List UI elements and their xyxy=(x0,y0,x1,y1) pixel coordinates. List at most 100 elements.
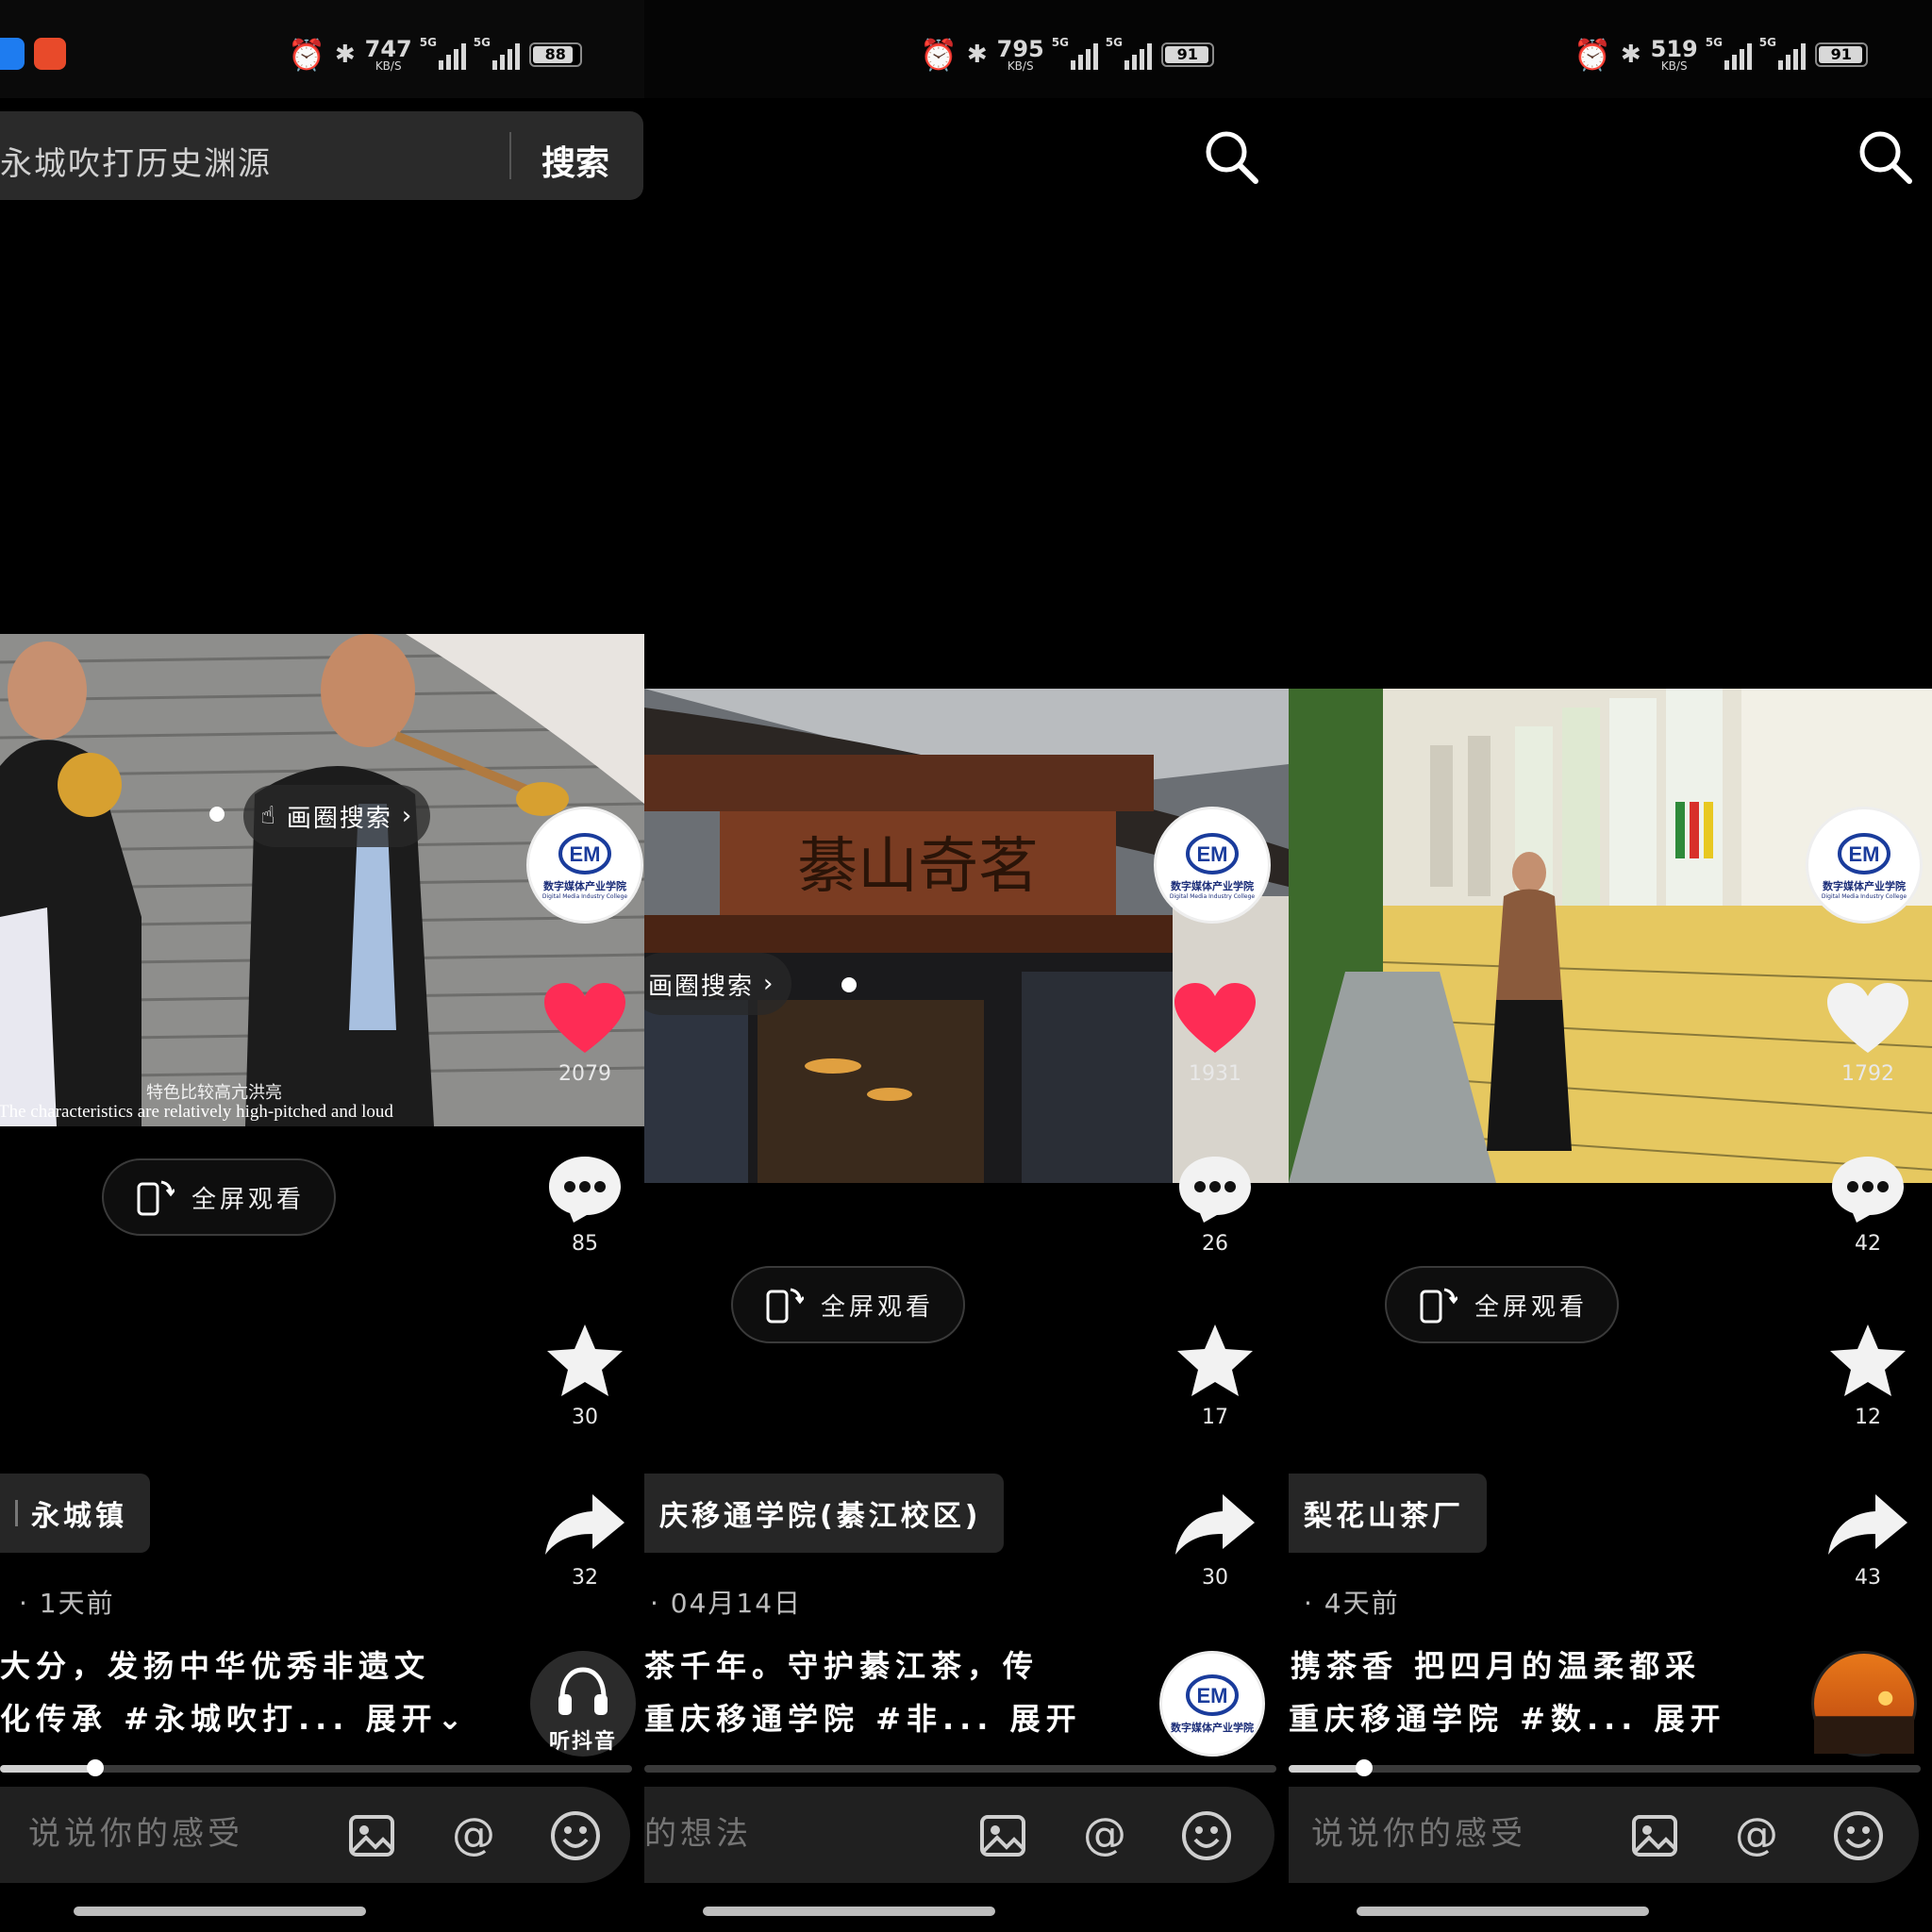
favorite-button[interactable]: 17 xyxy=(1168,1323,1262,1429)
mention-at-icon[interactable]: @ xyxy=(1078,1809,1131,1862)
caption-line-2[interactable]: 重庆移通学院 #非... 展开 xyxy=(644,1692,1173,1745)
svg-text:@: @ xyxy=(1083,1809,1126,1859)
like-button[interactable]: 1931 xyxy=(1168,981,1262,1086)
home-indicator[interactable] xyxy=(1357,1907,1649,1916)
video-player[interactable]: 綦山奇茗 xyxy=(644,689,1289,1183)
comment-bar: @ xyxy=(1289,1787,1919,1883)
fullscreen-label: 全屏观看 xyxy=(191,1185,305,1214)
comment-input[interactable] xyxy=(644,1815,927,1853)
fullscreen-button[interactable]: 全屏观看 xyxy=(1385,1266,1619,1343)
favorite-count: 12 xyxy=(1855,1406,1881,1429)
listen-douyin-button[interactable]: 听抖音 xyxy=(530,1651,636,1757)
caption-text: 化传承 #永城吹打... xyxy=(0,1701,350,1737)
app-icon-red xyxy=(34,38,66,70)
location-tag[interactable]: 庆移通学院(綦江校区) xyxy=(644,1474,1005,1553)
comment-bar: @ xyxy=(0,1787,630,1883)
search-icon[interactable] xyxy=(1857,128,1913,185)
system-status-icons: ⏰ ✱ 795 KB/S 5G 5G 91 xyxy=(920,36,1214,72)
signal-icon-1: 5G xyxy=(1052,36,1098,70)
post-date: · 04月14日 xyxy=(650,1588,803,1619)
circle-search-button[interactable]: 画圈搜索 › xyxy=(644,953,792,1015)
creator-avatar[interactable]: EM 数字媒体产业学院 Digital Media Industry Colle… xyxy=(1806,807,1923,924)
caption-line-2[interactable]: 重庆移通学院 #数... 展开 xyxy=(1289,1692,1817,1745)
chevron-down-icon: ⌄ xyxy=(437,1701,469,1737)
progress-knob[interactable] xyxy=(86,1759,104,1776)
status-bar: ⏰ ✱ 519 KB/S 5G 5G 91 xyxy=(1289,0,1932,98)
like-button[interactable]: 2079 xyxy=(538,981,632,1086)
comment-count: 85 xyxy=(572,1232,598,1256)
like-button[interactable]: 1792 xyxy=(1821,981,1915,1086)
video-player[interactable] xyxy=(1289,689,1932,1183)
comment-bubble-icon xyxy=(1179,1157,1251,1223)
battery-level: 91 xyxy=(1830,45,1852,63)
status-bar: ⏰ ✱ 747 KB/S 5G 5G 88 xyxy=(0,0,644,98)
caption-line-1: 携茶香 把四月的温柔都采 xyxy=(1291,1648,1702,1684)
subtitle-chinese: 特色比较高亢洪亮 xyxy=(146,1083,282,1103)
comment-input[interactable] xyxy=(28,1815,311,1853)
expand-button[interactable]: 展开 xyxy=(1655,1701,1726,1737)
fullscreen-button[interactable]: 全屏观看 xyxy=(731,1266,965,1343)
expand-button[interactable]: 展开 xyxy=(366,1701,438,1737)
comment-button[interactable]: 42 xyxy=(1821,1153,1915,1256)
favorite-count: 30 xyxy=(572,1406,598,1429)
share-button[interactable]: 32 xyxy=(538,1491,632,1590)
battery-icon: 88 xyxy=(528,42,582,67)
search-bar[interactable]: 永城吹打历史渊源 搜索 xyxy=(0,111,643,200)
caption-line-1: 茶千年。守护綦江茶，传 xyxy=(644,1648,1040,1684)
alarm-icon: ⏰ xyxy=(1574,37,1611,73)
share-button[interactable]: 43 xyxy=(1821,1491,1915,1590)
mention-at-icon[interactable]: @ xyxy=(447,1809,500,1862)
progress-played xyxy=(1289,1765,1365,1773)
emoji-icon[interactable] xyxy=(1180,1809,1233,1862)
comment-input[interactable] xyxy=(1311,1815,1594,1853)
music-disc-avatar[interactable] xyxy=(1811,1651,1917,1757)
fullscreen-button[interactable]: 全屏观看 xyxy=(102,1158,336,1236)
share-button[interactable]: 30 xyxy=(1168,1491,1262,1590)
alarm-icon: ⏰ xyxy=(288,37,325,73)
music-disc-avatar[interactable]: EM 数字媒体产业学院 xyxy=(1159,1651,1265,1757)
home-indicator[interactable] xyxy=(703,1907,995,1916)
home-indicator[interactable] xyxy=(74,1907,366,1916)
signal-icon-2: 5G xyxy=(1106,36,1152,70)
emoji-icon[interactable] xyxy=(1832,1809,1885,1862)
chevron-right-icon: › xyxy=(401,802,414,830)
search-query[interactable]: 永城吹打历史渊源 xyxy=(0,138,272,184)
rotate-screen-icon xyxy=(1420,1288,1457,1324)
comment-button[interactable]: 85 xyxy=(538,1153,632,1256)
mention-at-icon[interactable]: @ xyxy=(1730,1809,1783,1862)
system-status-icons: ⏰ ✱ 747 KB/S 5G 5G 88 xyxy=(288,36,582,73)
location-tag[interactable]: 永城镇 xyxy=(0,1474,150,1553)
image-icon[interactable] xyxy=(1628,1809,1681,1862)
location-tag[interactable]: 梨花山茶厂 xyxy=(1289,1474,1487,1553)
video-progress-bar[interactable] xyxy=(644,1765,1276,1773)
like-count: 1792 xyxy=(1841,1062,1894,1086)
search-button[interactable]: 搜索 xyxy=(541,136,609,185)
like-count: 2079 xyxy=(558,1062,611,1086)
video-progress-bar[interactable] xyxy=(1289,1759,1921,1776)
share-count: 30 xyxy=(1202,1566,1228,1590)
caption-line-2[interactable]: 化传承 #永城吹打... 展开⌄ xyxy=(0,1692,528,1745)
favorite-button[interactable]: 30 xyxy=(538,1323,632,1429)
image-icon[interactable] xyxy=(345,1809,398,1862)
svg-text:EM: EM xyxy=(570,842,601,866)
chevron-right-icon: › xyxy=(763,970,775,998)
creator-avatar[interactable]: EM 数字媒体产业学院 Digital Media Industry Colle… xyxy=(526,807,643,924)
location-name: 梨花山茶厂 xyxy=(1304,1500,1464,1533)
battery-level: 88 xyxy=(544,45,566,63)
creator-avatar[interactable]: EM 数字媒体产业学院 Digital Media Industry Colle… xyxy=(1154,807,1271,924)
battery-icon: 91 xyxy=(1160,42,1214,67)
progress-knob[interactable] xyxy=(1356,1759,1374,1776)
location-name: 永城镇 xyxy=(31,1500,127,1533)
college-logo-icon: EM xyxy=(1838,832,1890,874)
share-arrow-icon xyxy=(1828,1494,1907,1555)
image-icon[interactable] xyxy=(976,1809,1029,1862)
search-icon[interactable] xyxy=(1203,128,1259,185)
video-progress-bar[interactable] xyxy=(0,1759,632,1776)
expand-button[interactable]: 展开 xyxy=(1010,1701,1082,1737)
emoji-icon[interactable] xyxy=(549,1809,602,1862)
share-arrow-icon xyxy=(1175,1494,1255,1555)
circle-search-button[interactable]: ☝ 画圈搜索 › xyxy=(243,785,431,847)
favorite-button[interactable]: 12 xyxy=(1821,1323,1915,1429)
star-icon xyxy=(1177,1324,1253,1396)
comment-button[interactable]: 26 xyxy=(1168,1153,1262,1256)
